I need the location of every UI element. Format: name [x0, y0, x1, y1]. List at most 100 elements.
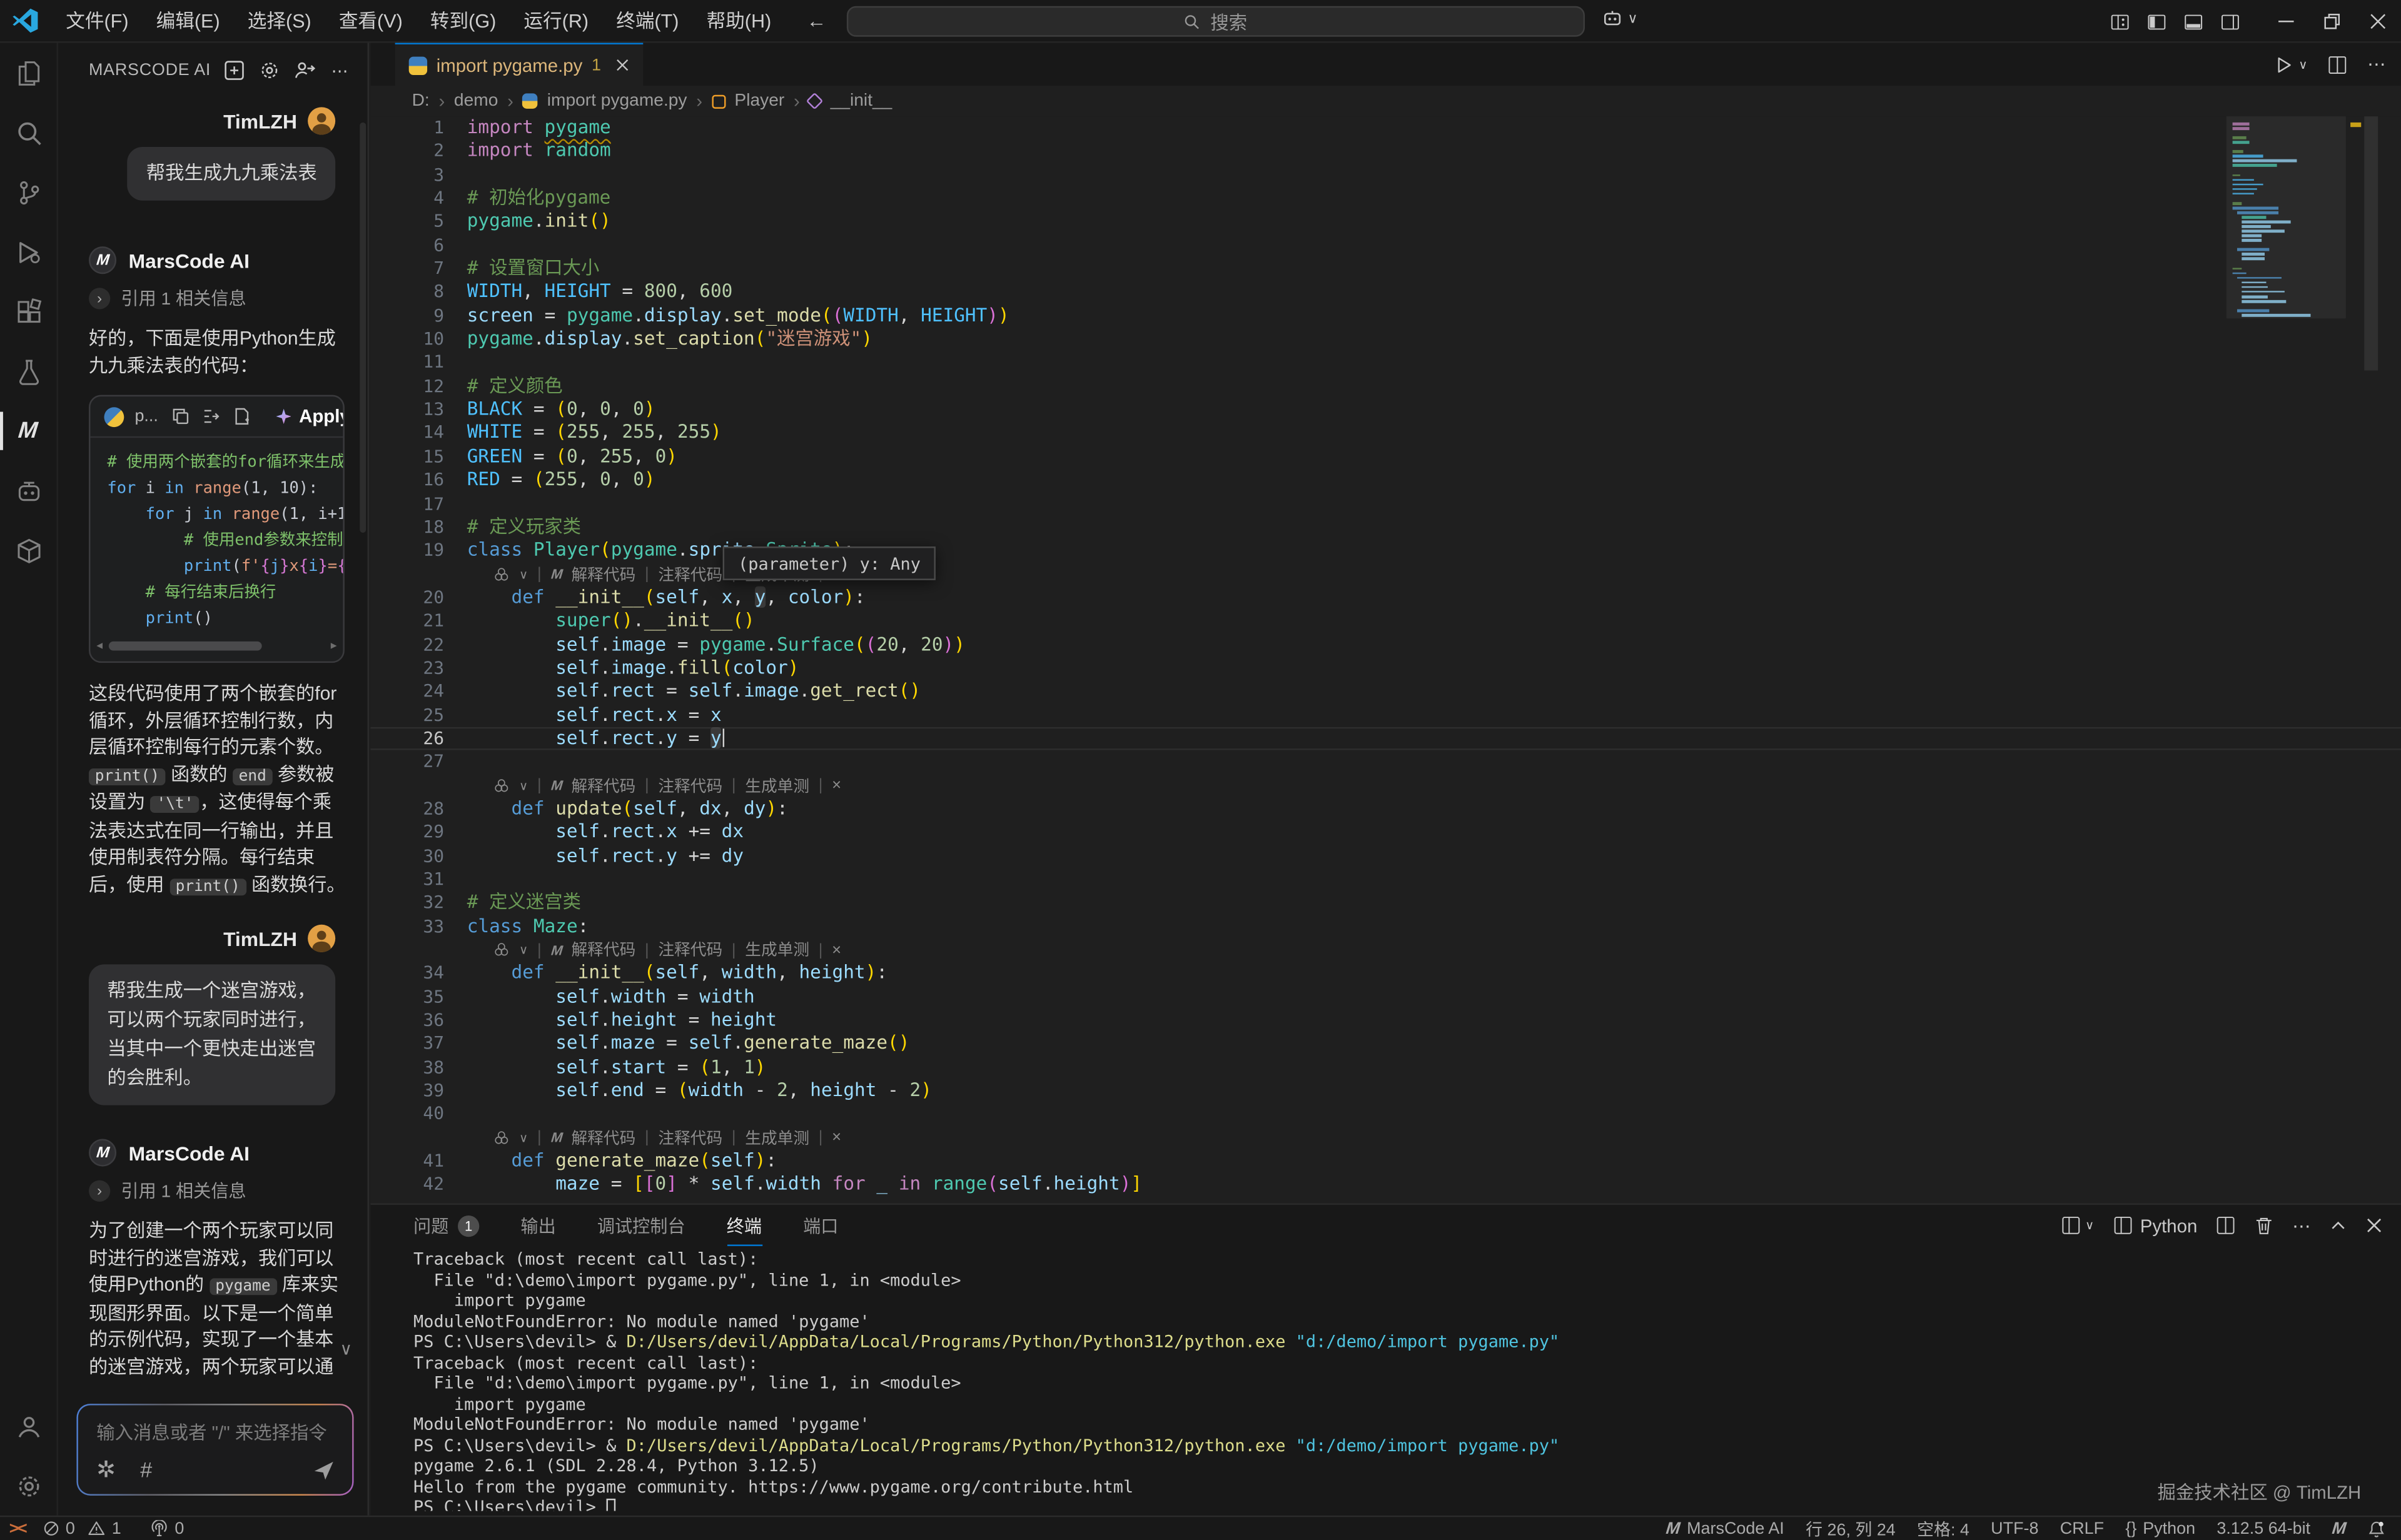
extensions-icon[interactable] — [0, 281, 58, 341]
menu-文件F[interactable]: 文件(F) — [52, 4, 142, 38]
panel-tab-调试控制台[interactable]: 调试控制台 — [597, 1205, 685, 1246]
breadcrumb-item[interactable]: Player — [734, 92, 784, 110]
marscode-knot-icon — [493, 777, 510, 794]
new-terminal-button[interactable]: ∨ — [2061, 1215, 2095, 1236]
python-version[interactable]: 3.12.5 64-bit — [2217, 1519, 2310, 1537]
run-debug-icon[interactable] — [0, 222, 58, 281]
settings-gear-icon[interactable] — [0, 1456, 58, 1515]
new-chat-icon[interactable] — [222, 58, 246, 83]
copy-code-icon[interactable] — [172, 407, 190, 425]
user-name: TimLZH — [223, 927, 297, 950]
toggle-sidebar-button[interactable] — [2138, 0, 2175, 43]
editor-more-actions-icon[interactable]: ⋯ — [2367, 54, 2385, 75]
search-input[interactable]: 搜索 — [847, 6, 1585, 37]
restore-button[interactable] — [2309, 0, 2355, 43]
breadcrumb-item[interactable]: demo — [454, 92, 498, 110]
maximize-panel-icon[interactable] — [2329, 1216, 2347, 1234]
panel-tab-终端[interactable]: 终端 — [727, 1205, 762, 1246]
code-line-10: 10pygame.display.set_caption("迷宫游戏") — [370, 328, 2400, 351]
chat-input[interactable]: 输入消息或者 "/" 来选择指令 ✲ # — [78, 1406, 352, 1494]
code-hscrollbar[interactable]: ◂ ▸ — [96, 638, 336, 653]
split-editor-icon[interactable] — [2327, 54, 2347, 74]
context-hash-icon[interactable]: # — [140, 1457, 152, 1482]
close-window-button[interactable] — [2355, 0, 2400, 43]
panel-tab-输出[interactable]: 输出 — [520, 1205, 555, 1246]
account-icon[interactable] — [0, 1396, 58, 1456]
ai-paragraph: 为了创建一个两个玩家可以同时进行的迷宫游戏，我们可以使用Python的 pyga… — [89, 1219, 348, 1375]
chevron-right-icon: › — [89, 1180, 110, 1202]
menu-转到G[interactable]: 转到(G) — [417, 4, 510, 38]
toggle-secondary-sidebar-button[interactable] — [2211, 0, 2248, 43]
share-feedback-icon[interactable] — [293, 58, 317, 83]
testing-icon[interactable] — [0, 341, 58, 401]
new-file-icon[interactable] — [233, 407, 251, 425]
menu-帮助H[interactable]: 帮助(H) — [693, 4, 786, 38]
menu-终端T[interactable]: 终端(T) — [602, 4, 692, 38]
toggle-panel-button[interactable] — [2175, 0, 2211, 43]
apply-button[interactable]: Apply — [276, 406, 344, 427]
explorer-icon[interactable] — [0, 43, 58, 103]
insert-code-icon[interactable] — [203, 407, 221, 425]
nav-back-icon[interactable]: ← — [807, 9, 827, 33]
marscode-status-icon[interactable]: M — [2331, 1519, 2347, 1537]
notifications-bell-icon[interactable] — [2367, 1519, 2385, 1537]
marscode-ai-icon[interactable]: M — [0, 401, 58, 460]
scroll-right-icon[interactable]: ▸ — [331, 638, 337, 652]
search-sidebar-icon[interactable] — [0, 103, 58, 162]
eol-status[interactable]: CRLF — [2060, 1519, 2104, 1537]
settings-icon[interactable] — [257, 58, 281, 83]
problems-status[interactable]: 0 1 — [43, 1519, 121, 1537]
ai-assistant-button[interactable]: ∨ — [1602, 8, 1638, 29]
indentation-status[interactable]: 空格: 4 — [1917, 1516, 1969, 1540]
editor-scrollbar[interactable] — [2364, 116, 2378, 370]
menu-编辑E[interactable]: 编辑(E) — [143, 4, 234, 38]
panel-tab-问题[interactable]: 问题1 — [413, 1205, 479, 1246]
customize-layout-button[interactable] — [2101, 0, 2138, 43]
encoding-status[interactable]: UTF-8 — [1991, 1519, 2038, 1537]
codelens-actions[interactable]: ∨|M解释代码|注释代码|生成单测|× — [370, 939, 2400, 962]
codelens-actions[interactable]: ∨|M解释代码|注释代码|生成单测|× — [370, 774, 2400, 798]
panel-more-icon[interactable]: ⋯ — [2292, 1215, 2310, 1236]
codelens-actions[interactable]: ∨|M解释代码|注释代码|生成单测|× — [370, 1126, 2400, 1150]
tab-import-pygame[interactable]: import pygame.py 1 — [395, 43, 642, 86]
menu-查看V[interactable]: 查看(V) — [325, 4, 417, 38]
split-terminal-icon[interactable] — [2216, 1215, 2236, 1236]
language-mode[interactable]: {}Python — [2125, 1519, 2195, 1537]
remote-indicator[interactable]: >< — [9, 1519, 26, 1537]
cursor-position[interactable]: 行 26, 列 24 — [1806, 1516, 1896, 1540]
close-panel-icon[interactable] — [2366, 1217, 2383, 1234]
marscode-status[interactable]: MMarsCode AI — [1667, 1519, 1784, 1537]
code-line-28: 28 def update(self, dx, dy): — [370, 797, 2400, 821]
commands-icon[interactable]: ✲ — [96, 1456, 116, 1483]
breadcrumb-item[interactable]: import pygame.py — [547, 92, 687, 110]
scroll-left-icon[interactable]: ◂ — [96, 638, 103, 652]
ai-agent-icon[interactable] — [0, 461, 58, 520]
scroll-down-icon[interactable]: ∨ — [340, 1339, 352, 1359]
panel-tab-端口[interactable]: 端口 — [803, 1205, 838, 1246]
tab-close-icon[interactable] — [615, 58, 629, 72]
breadcrumb-item[interactable]: D: — [412, 92, 430, 110]
marscode-icon: M — [1666, 1519, 1682, 1537]
editor-group: import pygame.py 1 ∨ ⋯ D:› demo› import … — [370, 43, 2400, 1516]
source-control-icon[interactable] — [0, 163, 58, 222]
terminal-instance-python[interactable]: Python — [2113, 1215, 2198, 1236]
kill-terminal-icon[interactable] — [2254, 1215, 2274, 1236]
breadcrumb-item[interactable]: __init__ — [831, 92, 892, 110]
sidebar-scrollbar[interactable] — [360, 123, 366, 533]
ports-status[interactable]: 0 — [150, 1519, 184, 1537]
code-editor[interactable]: 1import pygame2import random34# 初始化pygam… — [370, 116, 2400, 1203]
cloud-ide-icon[interactable] — [0, 520, 58, 580]
terminal-output[interactable]: Traceback (most recent call last): File … — [413, 1249, 2377, 1511]
minimap[interactable] — [2227, 116, 2346, 1203]
reference-toggle[interactable]: › 引用 1 相关信息 — [89, 1179, 348, 1203]
send-icon[interactable] — [312, 1459, 335, 1482]
menu-选择S[interactable]: 选择(S) — [234, 4, 325, 38]
minimize-button[interactable] — [2263, 0, 2309, 43]
run-python-button[interactable]: ∨ — [2274, 54, 2308, 74]
reference-toggle[interactable]: › 引用 1 相关信息 — [89, 286, 348, 311]
menu-运行R[interactable]: 运行(R) — [510, 4, 602, 38]
more-actions-icon[interactable]: ⋯ — [328, 58, 352, 83]
codelens-actions[interactable]: ∨|M解释代码|注释代码|生成单测|× — [370, 563, 2400, 586]
code-line-42: 42 maze = [[0] * self.width for _ in ran… — [370, 1174, 2400, 1197]
code-line-8: 8WIDTH, HEIGHT = 800, 600 — [370, 281, 2400, 304]
